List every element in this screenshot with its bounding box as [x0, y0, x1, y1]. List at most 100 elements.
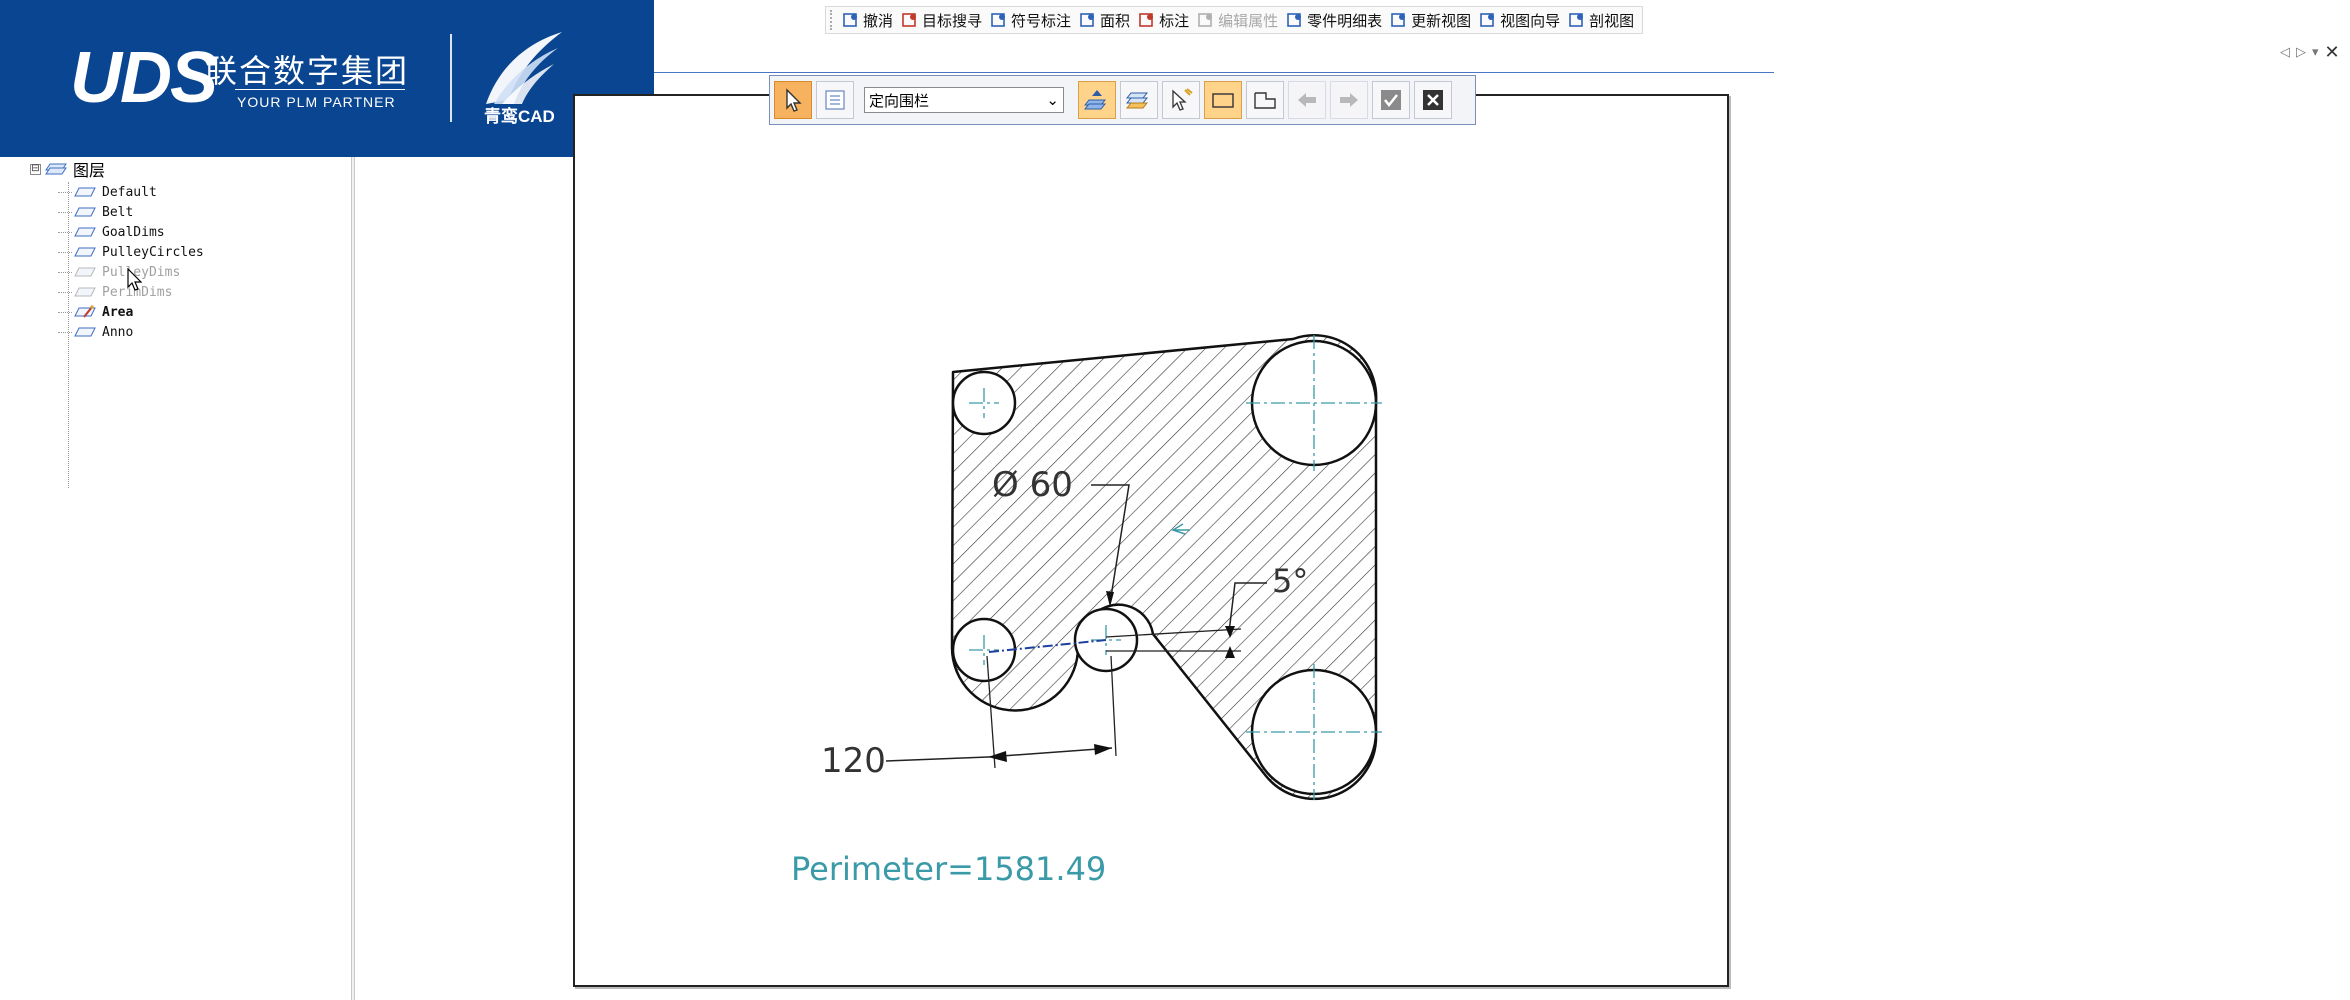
layer-item[interactable]: PerimDims	[58, 282, 330, 302]
length-dimension[interactable]: 120	[821, 741, 886, 781]
edit-properties-icon	[1198, 13, 1213, 27]
ribbon-grip[interactable]	[830, 10, 834, 30]
layer-item-label: Anno	[102, 324, 134, 340]
ribbon-button-undo[interactable]: 撤消	[838, 8, 897, 32]
ribbon-button-label: 剖视图	[1589, 11, 1635, 30]
fence-mode-select[interactable]: 定向围栏 ⌄	[864, 87, 1064, 113]
diameter-dimension[interactable]: Ø 60	[992, 465, 1073, 505]
polygon-icon	[1254, 92, 1276, 109]
chevron-down-icon: ⌄	[1046, 91, 1059, 109]
pulley-circle-bottom-left[interactable]	[951, 617, 1017, 683]
arrow-left-icon	[1298, 93, 1316, 107]
brand-banner: UDS 联合数字集团 YOUR PLM PARTNER 青鸾CAD	[0, 0, 654, 157]
layer-stack-icon	[1126, 92, 1149, 109]
ribbon-button-area[interactable]: 面积	[1075, 8, 1134, 32]
undo-icon	[843, 13, 857, 27]
layer-item[interactable]: Default	[58, 182, 330, 202]
mouse-pointer-icon	[127, 268, 143, 291]
ribbon-button-target-search[interactable]: 目标搜寻	[897, 8, 986, 32]
view-wizard-icon	[1480, 13, 1495, 27]
layer-item[interactable]: PulleyDims	[58, 262, 330, 282]
brand-tagline: YOUR PLM PARTNER	[237, 94, 396, 110]
cad-application: ⊟ 图层 Default Belt GoalDims PulleyCircles Pul…	[0, 0, 2350, 1000]
select-all-layers-button[interactable]	[1078, 81, 1116, 119]
ribbon-button-label: 符号标注	[1011, 11, 1072, 30]
layer-item[interactable]: Belt	[58, 202, 330, 222]
scroll-left-icon[interactable]: ◁	[2280, 45, 2290, 60]
section-view-icon	[1569, 13, 1584, 27]
ribbon-button-parts-list[interactable]: 零件明细表	[1282, 8, 1386, 32]
tree-connector	[68, 182, 69, 488]
brand-company-name: 联合数字集团	[205, 52, 410, 90]
layer-icon	[74, 327, 96, 337]
collapse-icon[interactable]: ⊟	[30, 163, 41, 175]
ribbon-button-view-wizard[interactable]: 视图向导	[1475, 8, 1564, 32]
ribbon-button-label: 视图向导	[1500, 11, 1561, 30]
next-button[interactable]	[1330, 81, 1368, 119]
layer-item[interactable]: Anno	[58, 322, 330, 342]
ribbon-button-update-view[interactable]: 更新视图	[1386, 8, 1475, 32]
ribbon-button-label: 零件明细表	[1307, 11, 1383, 30]
fence-mode-value: 定向围栏	[869, 91, 930, 110]
ribbon-button-label: 编辑属性	[1218, 11, 1279, 30]
ribbon-button-label: 标注	[1159, 11, 1190, 30]
layer-icon	[74, 187, 96, 197]
select-active-layer-button[interactable]	[1120, 81, 1158, 119]
layer-icon	[74, 207, 96, 217]
ribbon-button-edit-properties[interactable]: 编辑属性	[1193, 8, 1282, 32]
pulley-circle-top-left[interactable]	[951, 370, 1017, 436]
ribbon-button-annotation[interactable]: 标注	[1134, 8, 1193, 32]
accept-button[interactable]	[1372, 81, 1410, 119]
layer-item-label: Default	[102, 184, 157, 200]
angle-dimension[interactable]: 5°	[1272, 562, 1308, 600]
brand-separator	[450, 34, 452, 122]
options-list-icon	[825, 90, 845, 110]
uds-logo: UDS	[70, 38, 218, 118]
rectangle-fence-button[interactable]	[1204, 81, 1242, 119]
target-search-icon	[902, 13, 917, 27]
layer-item-label: GoalDims	[102, 224, 165, 240]
layer-item[interactable]: GoalDims	[58, 222, 330, 242]
panel-splitter[interactable]	[351, 150, 355, 1000]
select-options-button[interactable]	[816, 81, 854, 119]
quick-pick-icon	[1172, 88, 1193, 111]
layer-icon	[74, 287, 96, 297]
annotation-icon	[1139, 13, 1154, 27]
ribbon-button-label: 面积	[1100, 11, 1131, 30]
layer-item-label: PulleyCircles	[102, 244, 204, 260]
select-tool-ribbon: 定向围栏 ⌄	[769, 75, 1476, 125]
tree-root-label: 图层	[73, 161, 106, 180]
tree-root-layers[interactable]: ⊟ 图层	[30, 156, 330, 182]
arrow-right-icon	[1340, 93, 1358, 107]
layers-icon	[45, 163, 67, 175]
polygon-fence-button[interactable]	[1246, 81, 1284, 119]
quick-pick-button[interactable]	[1162, 81, 1200, 119]
layer-icon	[74, 247, 96, 257]
brand-underline	[235, 89, 405, 90]
ribbon-button-symbol-annotation[interactable]: 符号标注	[986, 8, 1075, 32]
layer-stack-up-icon	[1084, 90, 1107, 110]
cad-drawing[interactable]: Ø 60 5° 120 Perimeter=1581.49	[575, 96, 1727, 985]
layer-icon	[74, 267, 96, 277]
checkmark-icon	[1381, 90, 1401, 110]
ribbon-button-section-view[interactable]: 剖视图	[1564, 8, 1638, 32]
scroll-right-icon[interactable]: ▷	[2296, 45, 2306, 60]
previous-button[interactable]	[1288, 81, 1326, 119]
active-layer-icon	[74, 305, 96, 318]
brand-product-name: 青鸾CAD	[484, 107, 555, 126]
area-icon	[1080, 13, 1095, 27]
dropdown-icon[interactable]: ▾	[2312, 45, 2319, 60]
arrow-cursor-icon	[786, 88, 802, 112]
layer-item-label: Belt	[102, 204, 134, 220]
qingluan-bird-icon	[486, 32, 562, 104]
select-tool-button[interactable]	[774, 81, 812, 119]
layer-item[interactable]: Area	[58, 302, 330, 322]
layer-item[interactable]: PulleyCircles	[58, 242, 330, 262]
close-icon[interactable]: ✕	[2325, 42, 2340, 63]
rectangle-icon	[1212, 93, 1234, 108]
symbol-annotation-icon	[991, 13, 1006, 27]
layer-item-label: Area	[102, 304, 134, 320]
perimeter-annotation[interactable]: Perimeter=1581.49	[791, 850, 1106, 888]
close-x-icon	[1423, 90, 1443, 110]
cancel-button[interactable]	[1414, 81, 1452, 119]
